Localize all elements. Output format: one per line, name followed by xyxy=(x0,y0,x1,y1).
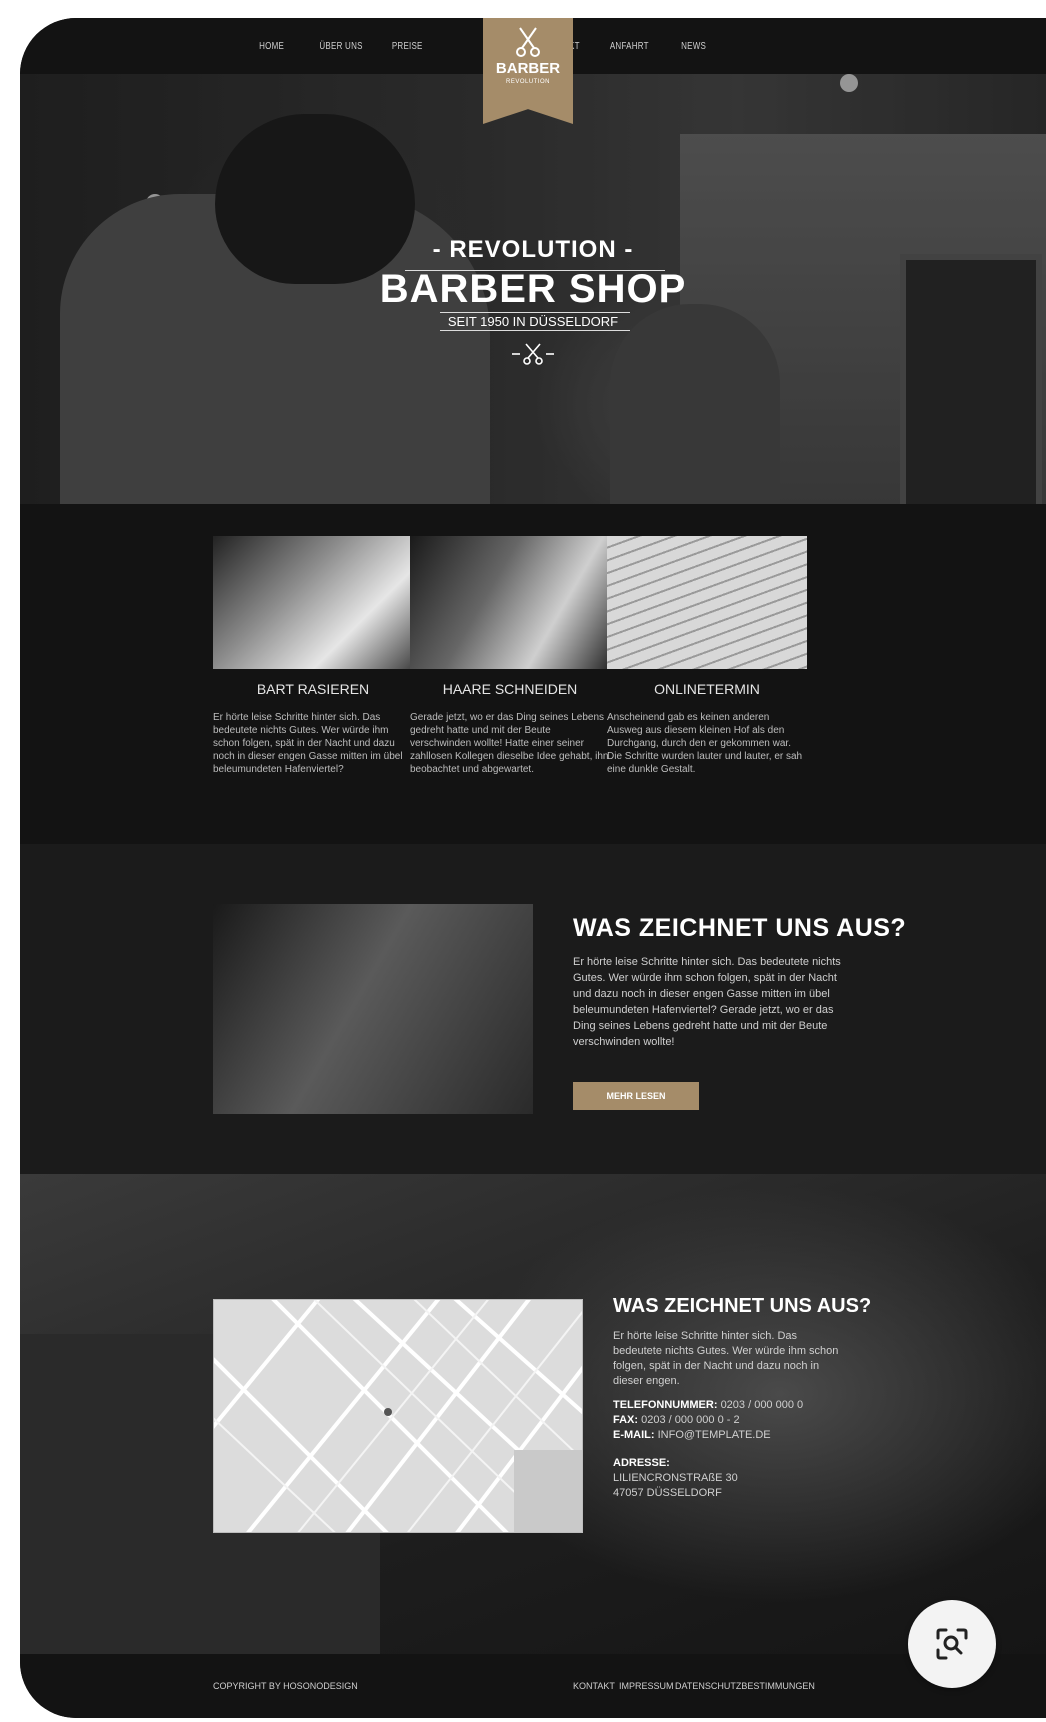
fax-line: FAX: 0203 / 000 000 0 - 2 xyxy=(613,1413,843,1428)
email-label: E-MAIL: xyxy=(613,1429,655,1441)
hero-title: BARBER SHOP xyxy=(379,267,687,311)
logo-ribbon[interactable]: BARBER REVOLUTION xyxy=(483,18,573,124)
feature-title: ONLINETERMIN xyxy=(654,681,760,697)
contact-section: WAS ZEICHNET UNS AUS? Er hörte leise Sch… xyxy=(20,1174,1046,1654)
footer-link-datenschutz[interactable]: DATENSCHUTZBESTIMMUNGEN xyxy=(675,1681,815,1691)
address-label: ADRESSE: xyxy=(613,1457,670,1469)
fax-value: 0203 / 000 000 0 - 2 xyxy=(641,1414,740,1426)
feature-text: Anscheinend gab es keinen anderen Ausweg… xyxy=(607,712,803,775)
feature-text: Gerade jetzt, wo er das Ding seines Lebe… xyxy=(410,712,609,775)
logo-name: BARBER xyxy=(495,60,561,77)
nav-item-preise[interactable]: PREISE xyxy=(388,18,426,74)
phone-value[interactable]: 0203 / 000 000 0 xyxy=(721,1399,804,1411)
phone-label: TELEFONNUMMER: xyxy=(613,1399,718,1411)
feature-title: BART RASIEREN xyxy=(256,681,370,697)
feature-image-shave xyxy=(213,536,413,669)
feature-image-calendar xyxy=(607,536,807,669)
contact-title: WAS ZEICHNET UNS AUS? xyxy=(613,1295,872,1317)
about-section: WAS ZEICHNET UNS AUS? Er hörte leise Sch… xyxy=(20,844,1046,1174)
location-map[interactable] xyxy=(213,1299,583,1533)
feature-text: Er hörte leise Schritte hinter sich. Das… xyxy=(213,712,403,775)
email-line: E-MAIL: INFO@TEMPLATE.DE xyxy=(613,1428,843,1443)
nav-item-home[interactable]: HOME xyxy=(256,18,287,74)
hero-subtitle: SEIT 1950 IN DÜSSELDORF xyxy=(447,314,619,329)
logo-subtitle: REVOLUTION xyxy=(505,79,550,85)
scissors-icon xyxy=(512,343,554,365)
hero-kicker: - REVOLUTION - xyxy=(432,236,634,263)
about-text: Er hörte leise Schritte hinter sich. Das… xyxy=(573,956,841,1048)
hero-divider xyxy=(440,312,630,313)
page-frame: HOME ÜBER UNS PREISE KONTAKT ANFAHRT NEW… xyxy=(20,18,1046,1718)
nav-item-news[interactable]: NEWS xyxy=(678,18,709,74)
about-title: WAS ZEICHNET UNS AUS? xyxy=(573,914,907,942)
map-streets xyxy=(214,1300,582,1532)
footer-link-impressum[interactable]: IMPRESSUM xyxy=(619,1681,674,1691)
lens-search-icon xyxy=(936,1628,968,1660)
address-street: LILIENCRONSTRAßE 30 xyxy=(613,1472,738,1484)
contact-text: Er hörte leise Schritte hinter sich. Das… xyxy=(613,1330,839,1387)
visual-search-button[interactable] xyxy=(908,1600,996,1688)
contact-details: Er hörte leise Schritte hinter sich. Das… xyxy=(613,1329,843,1501)
features-section: BART RASIEREN Er hörte leise Schritte hi… xyxy=(20,504,1046,844)
copyright-text: COPYRIGHT BY HOSONODESIGN xyxy=(213,1681,358,1691)
fax-label: FAX: xyxy=(613,1414,639,1426)
hero-banner: - REVOLUTION - BARBER SHOP SEIT 1950 IN … xyxy=(20,74,1046,504)
hero-divider xyxy=(440,330,630,331)
nav-item-anfahrt[interactable]: ANFAHRT xyxy=(605,18,654,74)
phone-line: TELEFONNUMMER: 0203 / 000 000 0 xyxy=(613,1398,843,1413)
footer: COPYRIGHT BY HOSONODESIGN KONTAKT IMPRES… xyxy=(20,1654,1046,1718)
scissors-icon xyxy=(516,27,540,57)
read-more-button[interactable]: MEHR LESEN xyxy=(573,1082,699,1110)
address-city: 47057 DÜSSELDORF xyxy=(613,1487,722,1499)
footer-link-kontakt[interactable]: KONTAKT xyxy=(573,1681,615,1691)
feature-title: HAARE SCHNEIDEN xyxy=(442,681,578,697)
nav-item-ueber-uns[interactable]: ÜBER UNS xyxy=(314,18,368,74)
email-link[interactable]: INFO@TEMPLATE.DE xyxy=(658,1429,771,1441)
feature-image-haircut xyxy=(410,536,610,669)
about-image-barber-chair xyxy=(213,904,533,1114)
